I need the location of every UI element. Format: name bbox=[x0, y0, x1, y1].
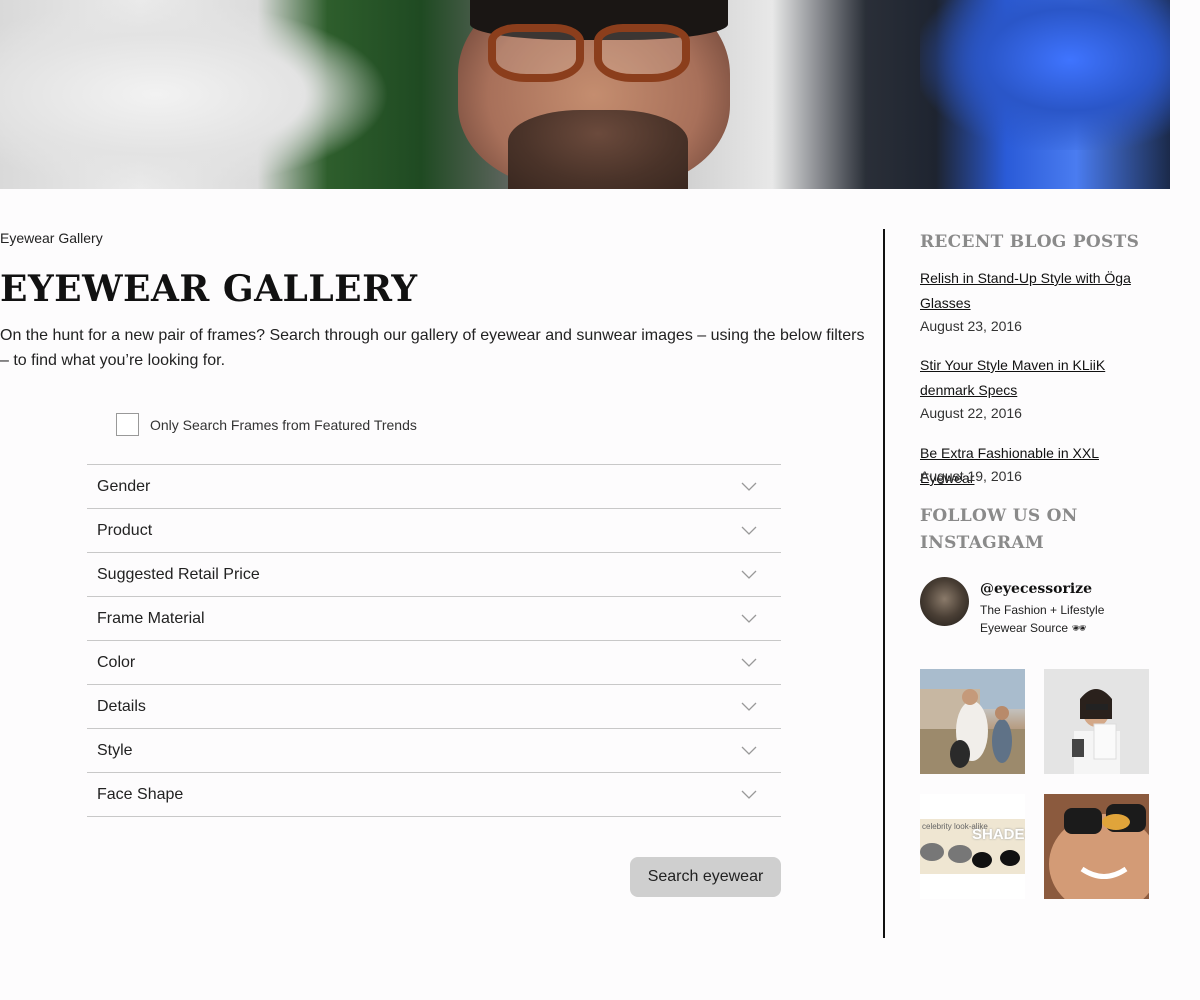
instagram-heading: FOLLOW US ON INSTAGRAM bbox=[920, 503, 1078, 557]
instagram-thumbnail[interactable] bbox=[1044, 669, 1149, 774]
chevron-down-icon bbox=[741, 658, 757, 667]
filter-label: Face Shape bbox=[97, 785, 184, 803]
intro-text: On the hunt for a new pair of frames? Se… bbox=[0, 327, 865, 369]
filter-frame-material[interactable]: Frame Material bbox=[87, 597, 781, 641]
thumbnail-family-photo bbox=[920, 669, 1025, 774]
column-divider bbox=[883, 229, 885, 938]
hero-glasses-lens-left bbox=[488, 24, 584, 82]
chevron-down-icon bbox=[741, 570, 757, 579]
blog-post-link[interactable]: Stir Your Style Maven in KLiiK denmark S… bbox=[920, 353, 1155, 403]
filter-label: Product bbox=[97, 521, 153, 539]
thumbnail-woman-photo bbox=[1044, 669, 1149, 774]
instagram-avatar[interactable] bbox=[920, 577, 969, 626]
instagram-bio: The Fashion + Lifestyle Eyewear Source 🕶 bbox=[980, 603, 1105, 635]
recent-posts-heading: RECENT BLOG POSTS bbox=[920, 232, 1140, 252]
filter-label: Color bbox=[97, 653, 136, 671]
chevron-down-icon bbox=[741, 482, 757, 491]
hero-banner-image bbox=[0, 0, 1170, 189]
instagram-handle[interactable]: @eyecessorize bbox=[980, 581, 1092, 597]
chevron-down-icon bbox=[741, 702, 757, 711]
page-title: EYEWEAR GALLERY bbox=[0, 268, 418, 310]
chevron-down-icon bbox=[741, 614, 757, 623]
filter-gender[interactable]: Gender bbox=[87, 465, 781, 509]
filter-color[interactable]: Color bbox=[87, 641, 781, 685]
filter-suggested-retail-price[interactable]: Suggested Retail Price bbox=[87, 553, 781, 597]
filter-label: Frame Material bbox=[97, 609, 205, 627]
chevron-down-icon bbox=[741, 790, 757, 799]
thumbnail-title: SHADES bbox=[972, 826, 1025, 843]
featured-trends-checkbox[interactable] bbox=[116, 413, 139, 436]
thumbnail-sunglasses-selfie bbox=[1044, 794, 1149, 899]
featured-trends-option[interactable]: Only Search Frames from Featured Trends bbox=[116, 413, 417, 436]
hero-background-blur-right bbox=[920, 0, 1170, 150]
hero-glasses-lens-right bbox=[594, 24, 690, 82]
instagram-heading-line2: INSTAGRAM bbox=[920, 533, 1045, 553]
blog-post-date: August 23, 2016 bbox=[920, 318, 1022, 334]
filter-accordion: Gender Product Suggested Retail Price Fr… bbox=[87, 464, 781, 817]
instagram-thumbnail[interactable] bbox=[920, 669, 1025, 774]
filter-style[interactable]: Style bbox=[87, 729, 781, 773]
hero-glasses bbox=[478, 24, 700, 82]
filter-product[interactable]: Product bbox=[87, 509, 781, 553]
filter-label: Style bbox=[97, 741, 133, 759]
filter-label: Gender bbox=[97, 477, 151, 495]
blog-post-date: August 22, 2016 bbox=[920, 405, 1022, 421]
blog-post-link[interactable]: Relish in Stand-Up Style with Öga Glasse… bbox=[920, 266, 1155, 316]
instagram-thumbnail[interactable] bbox=[1044, 794, 1149, 899]
blog-post-date: August 19, 2016 bbox=[920, 468, 1022, 484]
filter-details[interactable]: Details bbox=[87, 685, 781, 729]
breadcrumb[interactable]: Eyewear Gallery bbox=[0, 230, 103, 246]
instagram-heading-line1: FOLLOW US ON bbox=[920, 506, 1078, 526]
chevron-down-icon bbox=[741, 526, 757, 535]
filter-label: Suggested Retail Price bbox=[97, 565, 260, 583]
filter-label: Details bbox=[97, 697, 146, 715]
filter-face-shape[interactable]: Face Shape bbox=[87, 773, 781, 817]
hero-model-beard bbox=[508, 110, 688, 189]
instagram-thumbnail[interactable]: celebrity look-alike SHADES bbox=[920, 794, 1025, 899]
thumbnail-shades-graphic bbox=[920, 819, 1025, 874]
search-eyewear-button[interactable]: Search eyewear bbox=[630, 857, 781, 897]
chevron-down-icon bbox=[741, 746, 757, 755]
featured-trends-label: Only Search Frames from Featured Trends bbox=[150, 416, 417, 433]
hero-background-blur-left bbox=[0, 0, 390, 189]
